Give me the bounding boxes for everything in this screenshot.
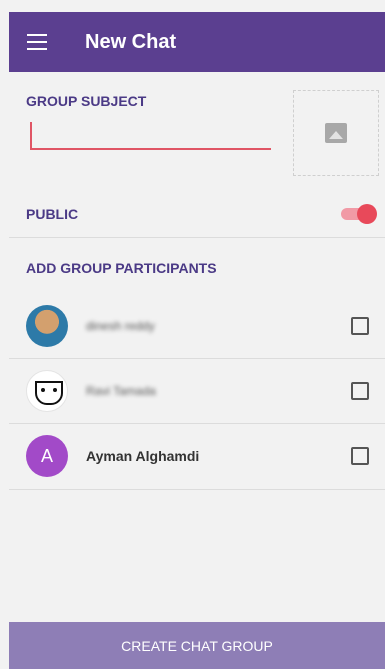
app-bar: New Chat [9,12,385,72]
page-title: New Chat [85,30,177,53]
group-subject-input[interactable] [30,120,271,150]
participant-name: Ravi Tamada [86,384,156,398]
new-chat-form: GROUP SUBJECT PUBLIC ADD GROUP PARTICIPA… [9,72,385,622]
participant-checkbox[interactable] [351,382,369,400]
toggle-thumb [357,204,377,224]
menu-icon[interactable] [27,34,47,50]
divider [9,489,385,490]
avatar [26,305,68,347]
participant-row[interactable]: dinesh reddy [9,294,385,358]
participant-row[interactable]: A Ayman Alghamdi [9,424,385,488]
public-toggle[interactable] [339,204,377,224]
participant-name: dinesh reddy [86,319,155,333]
participant-checkbox[interactable] [351,447,369,465]
robot-avatar-icon [26,370,68,412]
avatar: A [26,435,68,477]
image-icon [325,123,347,143]
robot-eye [41,388,45,392]
divider [9,237,385,238]
group-subject-label: GROUP SUBJECT [26,93,147,109]
participant-name: Ayman Alghamdi [86,448,200,464]
create-chat-group-button[interactable]: CREATE CHAT GROUP [9,622,385,669]
participant-checkbox[interactable] [351,317,369,335]
robot-eye [53,388,57,392]
participants-label: ADD GROUP PARTICIPANTS [26,260,217,276]
robot-face [35,381,63,405]
group-image-picker[interactable] [293,90,379,176]
public-label: PUBLIC [26,206,79,222]
text-cursor [30,122,32,148]
participant-row[interactable]: Ravi Tamada [9,359,385,423]
